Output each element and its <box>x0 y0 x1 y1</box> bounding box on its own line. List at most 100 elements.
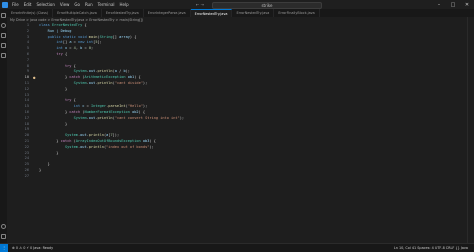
line-number: 13 <box>24 92 29 97</box>
code-editor[interactable]: 1 class ErrorNestedTry {2 Run | Debug 3 pu… <box>7 23 467 243</box>
code-text: public static void main(String[] array) … <box>47 34 137 39</box>
code-line[interactable]: 1 class ErrorNestedTry { <box>7 23 467 28</box>
code-line[interactable]: 2 Run | Debug <box>7 29 467 34</box>
code-text: int[] a = new int[5]; <box>56 40 102 45</box>
menu-run[interactable]: Run <box>85 0 93 9</box>
lightbulb-icon[interactable]: ● <box>33 75 35 80</box>
menu-help[interactable]: Help <box>120 0 129 9</box>
code-line[interactable]: 25 } <box>7 162 467 167</box>
menu-bar: File Edit Selection View Go Run Terminal Help <box>12 0 134 9</box>
editor-tab[interactable]: ErrorNestedTry.java <box>102 9 144 17</box>
code-line[interactable]: 22 System.out.println("index out of bond… <box>7 145 467 150</box>
code-line[interactable]: 12 } <box>7 87 467 92</box>
code-line[interactable]: 27 <box>7 174 467 179</box>
code-text: System.out.println(a[7]); <box>64 133 120 138</box>
activity-bar <box>0 9 7 243</box>
line-number: 8 <box>26 63 29 68</box>
line-number: 7 <box>26 57 29 62</box>
menu-terminal[interactable]: Terminal <box>98 0 115 9</box>
editor-tab[interactable]: ErrorIntegerParse.java <box>144 9 191 17</box>
menu-selection[interactable]: Selection <box>36 0 54 9</box>
line-number: 11 <box>24 81 29 85</box>
maximize-icon[interactable]: □ <box>446 0 460 9</box>
code-line[interactable]: 18 } <box>7 122 467 127</box>
code-line[interactable]: 17 System.out.println("cant convert Stri… <box>7 116 467 121</box>
code-text: class ErrorNestedTry { <box>39 23 87 27</box>
code-line[interactable]: 6 try { <box>7 52 467 57</box>
code-text: } <box>39 168 42 172</box>
code-line[interactable]: 24 <box>7 156 467 161</box>
code-line[interactable]: 16 } catch (NumberFormatException ob2) { <box>7 110 467 115</box>
code-line[interactable]: 20 System.out.println(a[7]); <box>7 133 467 138</box>
code-line[interactable]: 19 <box>7 127 467 132</box>
line-number: 22 <box>24 144 29 149</box>
code-line[interactable]: 9 System.out.println(a / b); <box>7 69 467 74</box>
status-right[interactable]: Ln 10, Col 41 Spaces: 4 UTF-8 CRLF {} Ja… <box>394 244 468 252</box>
code-line[interactable]: 4 int[] a = new int[5]; <box>7 40 467 45</box>
menu-view[interactable]: View <box>60 0 70 9</box>
editor-tab[interactable]: ErrorNestedTry.java <box>232 9 275 17</box>
explorer-icon[interactable] <box>1 13 6 18</box>
editor-tab[interactable]: ErrorMultipleCatch.java <box>53 9 102 17</box>
line-number: 24 <box>24 156 29 161</box>
vscode-logo-icon <box>2 1 8 8</box>
line-number: 19 <box>24 127 29 132</box>
status-left[interactable]: ⊗ 0 ⚠ 0 ⚡ 0 Java: Ready <box>12 244 53 252</box>
minimize-icon[interactable]: – <box>432 0 446 9</box>
line-number: 15 <box>24 104 29 109</box>
line-number: 25 <box>24 162 29 167</box>
code-line[interactable]: 14 try { <box>7 98 467 103</box>
remote-icon[interactable]: ⋮ <box>0 244 8 252</box>
code-line[interactable]: 11 System.out.println("cant divide"); <box>7 81 467 86</box>
code-text: try { <box>56 52 68 56</box>
editor-tab[interactable]: ErrorNestedTry.java <box>190 9 233 17</box>
menu-file[interactable]: File <box>12 0 19 9</box>
line-number: 6 <box>26 52 29 56</box>
status-bar: ⋮ ⊗ 0 ⚠ 0 ⚡ 0 Java: Ready Ln 10, Col 41 … <box>0 243 474 252</box>
account-icon[interactable] <box>1 224 6 229</box>
line-number: 14 <box>24 98 29 103</box>
line-number: 5 <box>26 46 29 51</box>
code-text: System.out.println("cant convert String … <box>73 115 185 120</box>
line-number: 9 <box>26 69 29 74</box>
editor-scrollbar[interactable] <box>467 17 474 243</box>
line-number: 27 <box>24 173 29 178</box>
nav-arrows[interactable]: ← → <box>196 2 204 7</box>
code-line[interactable]: 26} <box>7 168 467 173</box>
extensions-icon[interactable] <box>1 53 6 58</box>
breadcrumb[interactable]: My Drive > java code > ErrorNestedTry.ja… <box>10 18 143 22</box>
line-number: 17 <box>24 115 29 120</box>
code-text: try { <box>64 98 76 103</box>
code-line[interactable]: 13 <box>7 93 467 98</box>
code-line[interactable]: 5 int x = 4, b = 0; <box>7 46 467 51</box>
code-text: try { <box>64 63 76 68</box>
editor-tab[interactable]: ErrorInfinite(s) (Class) <box>7 9 54 17</box>
run-debug-icon[interactable] <box>1 43 6 48</box>
code-text: System.out.println("cant divide"); <box>73 81 148 85</box>
code-text: int x = 4, b = 0; <box>56 46 94 51</box>
code-line[interactable]: 21 } catch (ArrayIndexOutOfBoundsExcepti… <box>7 139 467 144</box>
editor-tabs: ErrorInfinite(s) (Class) ErrorMultipleCat… <box>7 9 474 17</box>
code-text: } catch (ArithmeticException ob1) { <box>39 75 141 80</box>
code-line[interactable]: 3 public static void main(String[] array… <box>7 35 467 40</box>
code-line[interactable]: 7 <box>7 58 467 63</box>
menu-edit[interactable]: Edit <box>24 0 32 9</box>
code-line[interactable]: 23 } <box>7 151 467 156</box>
close-icon[interactable]: ✕ <box>460 0 474 9</box>
settings-gear-icon[interactable] <box>1 234 6 239</box>
code-text: } <box>39 86 68 91</box>
menu-go[interactable]: Go <box>74 0 80 9</box>
line-number: 18 <box>24 121 29 126</box>
search-icon[interactable] <box>1 23 6 28</box>
line-number: 21 <box>24 139 29 143</box>
source-control-icon[interactable] <box>1 33 6 38</box>
command-search-box[interactable]: strike <box>212 2 322 9</box>
line-number: 23 <box>24 150 29 155</box>
code-line[interactable]: 10 ● } catch (ArithmeticException ob1) { <box>7 75 467 80</box>
code-text: } catch (ArrayIndexOutOfBoundsException … <box>39 139 156 143</box>
code-text: int c = Integer.parseInt("Hello"); <box>73 104 148 109</box>
code-line[interactable]: 15 int c = Integer.parseInt("Hello"); <box>7 104 467 109</box>
code-line[interactable]: 8 try { <box>7 64 467 69</box>
editor-tab[interactable]: ErrorFinallyBlock.java <box>274 9 320 17</box>
line-number: 2 <box>26 28 29 33</box>
